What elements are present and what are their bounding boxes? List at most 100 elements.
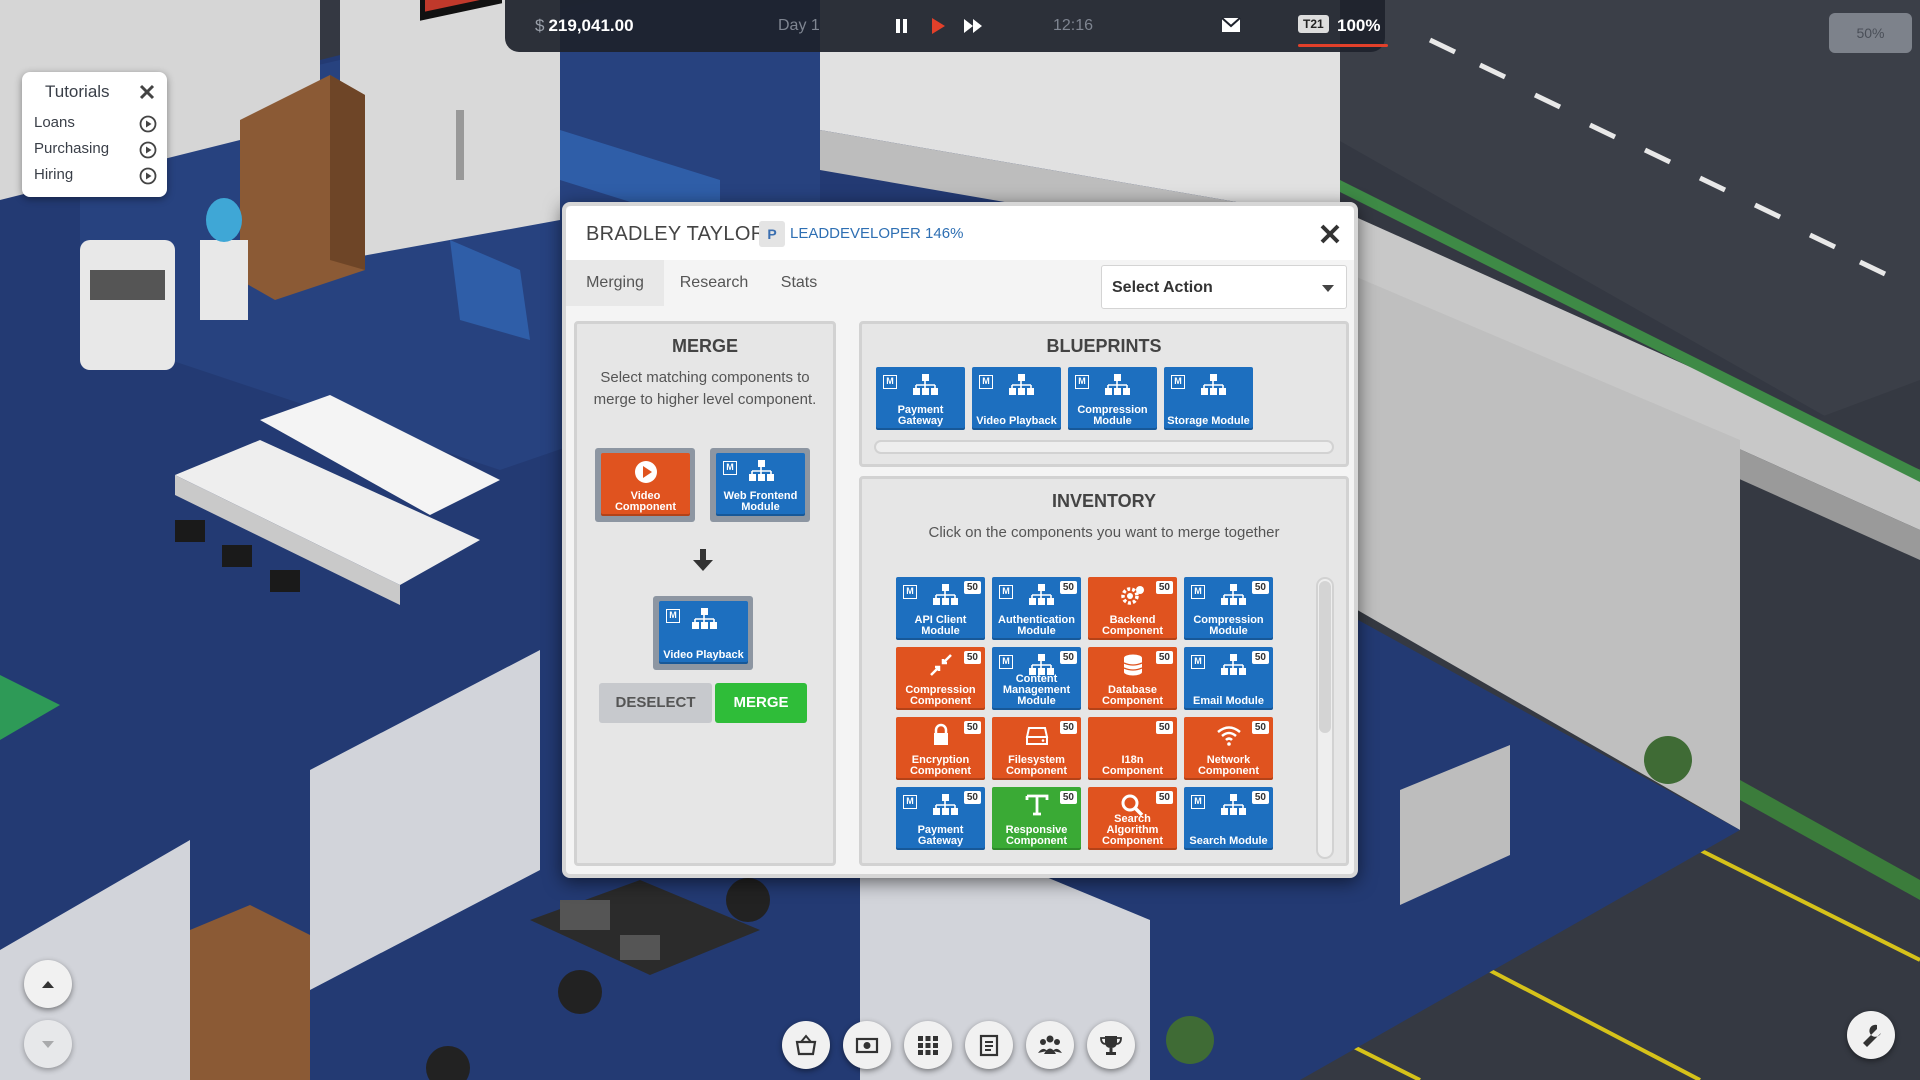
inventory-item-backend-component[interactable]: 50 Backend Component [1088, 577, 1177, 640]
merge-button[interactable]: MERGE [715, 683, 807, 723]
hierarchy-icon [1103, 373, 1131, 400]
tile-label: Database Component [1101, 684, 1164, 707]
inventory-item-compression-module[interactable]: M 50 Compression Module [1184, 577, 1273, 640]
basket-icon [795, 1034, 817, 1056]
select-action-dropdown[interactable]: Select Action [1101, 265, 1347, 309]
floor-down-button[interactable] [24, 1020, 72, 1068]
fast-forward-button[interactable] [959, 12, 987, 40]
tile-label: Encryption Component [909, 754, 972, 777]
tile-label: Backend Component [1101, 614, 1164, 637]
tab-merging[interactable]: Merging [566, 260, 664, 306]
tutorials-close-button[interactable] [137, 82, 157, 102]
hierarchy-icon [1219, 793, 1247, 820]
tutorial-item-purchasing[interactable]: Purchasing [34, 140, 162, 162]
zoom-level-button[interactable]: 50% [1829, 13, 1912, 53]
inventory-item-database-component[interactable]: 50 Database Component [1088, 647, 1177, 710]
inventory-item-email-module[interactable]: M 50 Email Module [1184, 647, 1273, 710]
tile-label: Web Frontend Module [723, 490, 798, 513]
toolbar-build-button[interactable] [904, 1021, 952, 1069]
mail-button[interactable] [1221, 17, 1241, 33]
tile-label: Search Algorithm Component [1101, 813, 1164, 847]
toolbar-employees-button[interactable] [1026, 1021, 1074, 1069]
tile-label: Search Module [1189, 835, 1268, 847]
tutorial-item-loans[interactable]: Loans [34, 114, 162, 136]
tile-label: Compression Module [1193, 614, 1264, 637]
merge-description: Select matching components to merge to h… [593, 369, 817, 408]
inventory-scrollbar[interactable] [1316, 577, 1334, 859]
clock-label: 12:16 [1053, 17, 1094, 34]
inventory-item-encryption-component[interactable]: 50 Encryption Component [896, 717, 985, 780]
inventory-item-content-management-module[interactable]: M 50 Content Management Module [992, 647, 1081, 710]
inventory-item-search-module[interactable]: M 50 Search Module [1184, 787, 1273, 850]
module-badge: M [666, 609, 680, 623]
team-percent-bar [1298, 44, 1388, 47]
floor-up-button[interactable] [24, 960, 72, 1008]
deselect-button[interactable]: DESELECT [599, 683, 712, 723]
merge-panel: MERGE Select matching components to merg… [574, 321, 836, 866]
scrollbar-thumb[interactable] [1319, 581, 1331, 733]
compress-icon [927, 653, 955, 680]
play-button[interactable] [923, 12, 951, 40]
tile-label: Video Playback [663, 649, 744, 661]
hierarchy-icon [1219, 583, 1247, 610]
module-badge: M [723, 461, 737, 475]
inventory-item-authentication-module[interactable]: M 50 Authentication Module [992, 577, 1081, 640]
employee-name: BRADLEY TAYLOR [586, 223, 766, 245]
tile-label: Email Module [1193, 695, 1264, 707]
tile-label: Filesystem Component [1005, 754, 1068, 777]
inventory-item-api-client-module[interactable]: M 50 API Client Module [896, 577, 985, 640]
merge-input-video-component[interactable]: Video Component [601, 453, 690, 516]
inventory-item-i18n-component[interactable]: 50 I18n Component [1088, 717, 1177, 780]
inventory-item-search-algorithm-component[interactable]: 50 Search Algorithm Component [1088, 787, 1177, 850]
inventory-title: INVENTORY [1051, 491, 1157, 511]
tile-label: Video Playback [976, 415, 1057, 427]
inventory-item-payment-gateway[interactable]: M 50 Payment Gateway [896, 787, 985, 850]
quantity-badge: 50 [1059, 791, 1077, 804]
merge-result-video-playback: M Video Playback [659, 601, 748, 664]
module-badge: M [1191, 655, 1205, 669]
settings-wrench-button[interactable] [1847, 1011, 1895, 1059]
close-icon [139, 84, 155, 100]
money-amount: 219,041.00 [548, 16, 634, 35]
toolbar-shop-button[interactable] [782, 1021, 830, 1069]
merge-input-slot: Video Component [595, 448, 695, 522]
merge-input-slot: M Web Frontend Module [710, 448, 810, 522]
tile-label: Storage Module [1167, 415, 1250, 427]
inventory-item-responsive-component[interactable]: 50 Responsive Component [992, 787, 1081, 850]
tab-research[interactable]: Research [664, 260, 764, 306]
blueprint-video-playback[interactable]: M Video Playback [972, 367, 1061, 430]
text-icon [1023, 793, 1051, 820]
trophy-icon [1100, 1036, 1122, 1055]
dialog-close-button[interactable] [1316, 220, 1344, 248]
role-icon: P [759, 221, 785, 247]
tab-stats[interactable]: Stats [764, 260, 834, 306]
toolbar-contracts-button[interactable] [965, 1021, 1013, 1069]
money-icon [855, 1037, 879, 1054]
blueprints-scrollbar[interactable] [874, 440, 1334, 454]
drive-icon [1023, 723, 1051, 750]
arrow-down-icon [693, 549, 713, 571]
blueprint-compression-module[interactable]: M Compression Module [1068, 367, 1157, 430]
envelope-icon [1221, 17, 1241, 32]
quantity-badge: 50 [1251, 721, 1269, 734]
inventory-item-compression-component[interactable]: 50 Compression Component [896, 647, 985, 710]
pause-button[interactable] [887, 12, 915, 40]
tile-label: I18n Component [1101, 754, 1164, 777]
blueprints-title: BLUEPRINTS [1046, 336, 1162, 356]
module-badge: M [999, 655, 1013, 669]
quantity-badge: 50 [963, 791, 981, 804]
quantity-badge: 50 [1059, 651, 1077, 664]
merge-input-web-frontend-module[interactable]: M Web Frontend Module [716, 453, 805, 516]
toolbar-finance-button[interactable] [843, 1021, 891, 1069]
top-status-bar: $219,041.00 Day 1 12:16 T21 100% [505, 0, 1388, 52]
tutorial-item-hiring[interactable]: Hiring [34, 166, 162, 188]
tutorial-item-label: Loans [34, 114, 75, 131]
blueprint-storage-module[interactable]: M Storage Module [1164, 367, 1253, 430]
inventory-description: Click on the components you want to merg… [928, 524, 1280, 541]
grid-icon [918, 1036, 938, 1055]
inventory-item-network-component[interactable]: 50 Network Component [1184, 717, 1273, 780]
blueprint-payment-gateway[interactable]: M Payment Gateway [876, 367, 965, 430]
team-icon [1038, 1035, 1062, 1054]
toolbar-achievements-button[interactable] [1087, 1021, 1135, 1069]
inventory-item-filesystem-component[interactable]: 50 Filesystem Component [992, 717, 1081, 780]
